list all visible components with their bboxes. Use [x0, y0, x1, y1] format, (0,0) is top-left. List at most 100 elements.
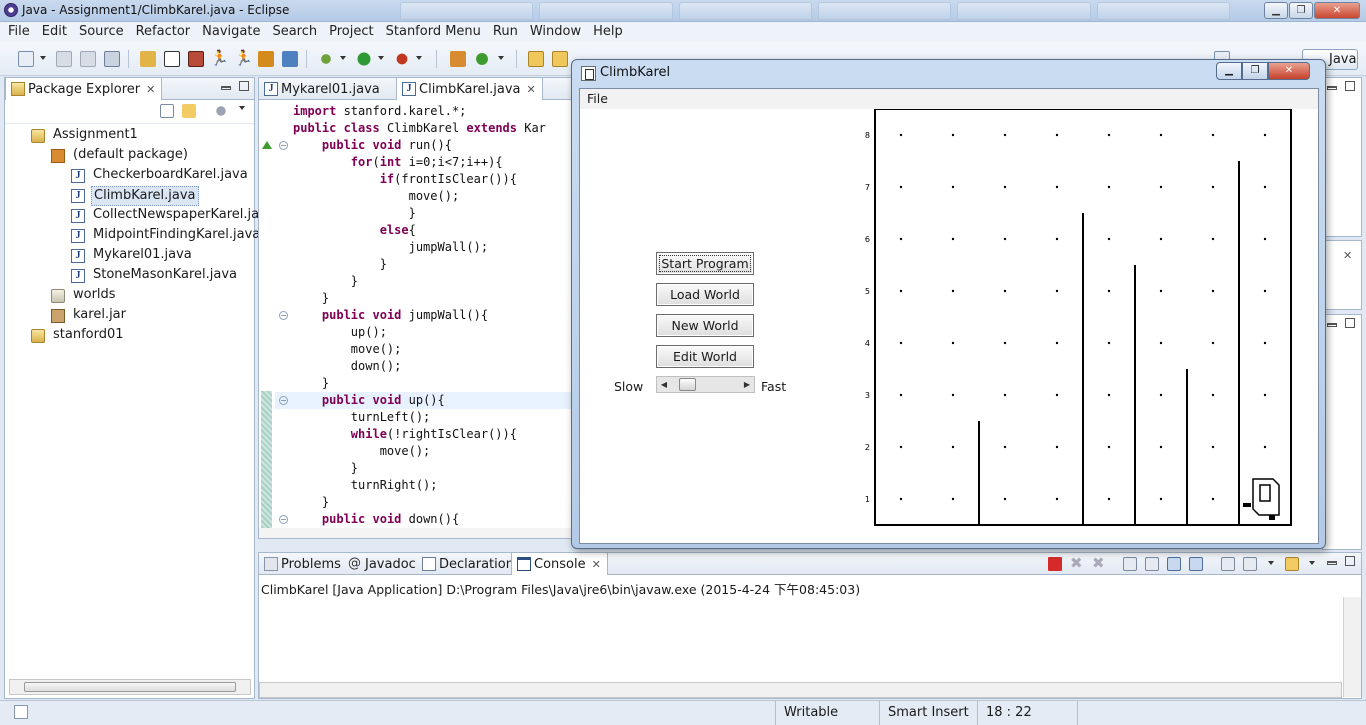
fast-view-icon[interactable]: [14, 705, 28, 719]
close-button[interactable]: ✕: [1314, 2, 1360, 19]
karel-grid-icon[interactable]: [188, 51, 204, 67]
tab-declaration[interactable]: Declaration: [417, 553, 520, 575]
minimize-view-icon[interactable]: [1327, 86, 1337, 90]
save-all-icon[interactable]: [80, 51, 96, 67]
corner-dot: [899, 237, 903, 241]
maximize-view-icon[interactable]: [1345, 81, 1355, 91]
close-tab-icon[interactable]: ✕: [527, 83, 536, 96]
menu-project[interactable]: Project: [323, 22, 379, 42]
close-view-icon[interactable]: ✕: [1343, 249, 1352, 262]
karel-maximize-button[interactable]: ❐: [1242, 62, 1268, 80]
run-icon[interactable]: [356, 51, 372, 67]
tab-package-explorer[interactable]: Package Explorer ✕: [5, 78, 163, 100]
slider-right-arrow-icon[interactable]: ▶: [740, 377, 754, 392]
fold-toggle-icon[interactable]: −: [279, 311, 288, 320]
terminate-icon[interactable]: [1048, 557, 1062, 571]
close-tab-icon[interactable]: ✕: [592, 558, 601, 571]
menu-navigate[interactable]: Navigate: [196, 22, 266, 42]
debug-karel-icon[interactable]: 🏃: [234, 51, 253, 67]
karel-file-menu[interactable]: File: [587, 91, 608, 106]
tree-item-label: StoneMasonKarel.java: [93, 267, 237, 282]
tab-climbkarel[interactable]: J ClimbKarel.java ✕: [396, 78, 543, 100]
minimize-view-icon[interactable]: [1327, 561, 1337, 565]
corner-dot: [899, 185, 903, 189]
new-class-icon[interactable]: [474, 51, 490, 67]
show-on-stdout-icon[interactable]: [1167, 557, 1181, 571]
fold-toggle-icon[interactable]: −: [279, 515, 288, 524]
save-icon[interactable]: [56, 51, 72, 67]
open-console-icon[interactable]: [1285, 557, 1299, 571]
remove-launch-icon[interactable]: ✖: [1070, 556, 1084, 571]
speed-slider-thumb[interactable]: [679, 378, 697, 391]
run-karel-icon[interactable]: 🏃: [210, 51, 229, 67]
external-tools-dropdown-icon[interactable]: [416, 56, 422, 60]
scroll-lock-icon[interactable]: [1145, 557, 1159, 571]
maximize-view-icon[interactable]: [239, 81, 249, 91]
import-icon[interactable]: [282, 51, 298, 67]
new-class-dropdown-icon[interactable]: [498, 56, 504, 60]
speed-slider[interactable]: ◀ ▶: [656, 376, 755, 393]
print-icon[interactable]: [104, 51, 120, 67]
display-console-icon[interactable]: [1243, 557, 1257, 571]
maximize-view-icon[interactable]: [1345, 556, 1355, 566]
edit-world-button[interactable]: Edit World: [656, 345, 754, 368]
editor-horizontal-scrollbar[interactable]: [259, 528, 571, 538]
debug-icon[interactable]: [318, 51, 334, 67]
minimize-button[interactable]: ▁: [1264, 2, 1288, 19]
karel-close-button[interactable]: ✕: [1268, 62, 1310, 80]
fold-toggle-icon[interactable]: −: [279, 396, 288, 405]
karel-wrench-icon[interactable]: [140, 51, 156, 67]
karel-world-icon[interactable]: [164, 51, 180, 67]
close-tab-icon[interactable]: ✕: [146, 83, 155, 96]
open-console-dropdown-icon[interactable]: [1309, 561, 1315, 565]
menu-window[interactable]: Window: [524, 22, 587, 42]
corner-dot: [1055, 445, 1059, 449]
collapse-all-icon[interactable]: [160, 104, 174, 118]
menu-run[interactable]: Run: [487, 22, 524, 42]
karel-minimize-button[interactable]: ▁: [1216, 62, 1242, 80]
view-menu-dropdown-icon[interactable]: [239, 106, 245, 110]
clear-console-icon[interactable]: [1123, 557, 1137, 571]
submit-icon[interactable]: [258, 51, 274, 67]
menu-file[interactable]: File: [2, 22, 36, 42]
menu-stanford-menu[interactable]: Stanford Menu: [380, 22, 487, 42]
tab-console[interactable]: Console ✕: [511, 553, 608, 575]
start-program-button[interactable]: Start Program: [656, 252, 754, 275]
link-with-editor-icon[interactable]: [182, 104, 196, 118]
fold-toggle-icon[interactable]: −: [279, 141, 288, 150]
horizontal-scrollbar[interactable]: [9, 679, 251, 695]
slider-left-arrow-icon[interactable]: ◀: [657, 377, 671, 392]
pin-console-icon[interactable]: [1221, 557, 1235, 571]
open-type-icon[interactable]: [528, 51, 544, 67]
console-vertical-scrollbar[interactable]: [1343, 597, 1361, 697]
new-icon[interactable]: [18, 51, 34, 67]
open-folder-icon[interactable]: [552, 51, 568, 67]
menu-refactor[interactable]: Refactor: [130, 22, 197, 42]
menu-search[interactable]: Search: [266, 22, 323, 42]
tab-mykarel01[interactable]: J Mykarel01.java: [259, 78, 386, 100]
maximize-button[interactable]: ❐: [1289, 2, 1313, 19]
new-package-icon[interactable]: [450, 51, 466, 67]
remove-all-launches-icon[interactable]: ✖: [1092, 556, 1106, 571]
menu-source[interactable]: Source: [73, 22, 130, 42]
menu-help[interactable]: Help: [587, 22, 629, 42]
scrollbar-thumb[interactable]: [24, 682, 236, 692]
load-world-button[interactable]: Load World: [656, 283, 754, 306]
display-console-dropdown-icon[interactable]: [1268, 561, 1274, 565]
debug-dropdown-icon[interactable]: [340, 56, 346, 60]
java-file-icon: J: [264, 82, 278, 96]
menu-edit[interactable]: Edit: [36, 22, 73, 42]
tab-javadoc[interactable]: @ Javadoc: [343, 553, 422, 575]
tab-problems[interactable]: Problems: [259, 553, 347, 575]
external-tools-icon[interactable]: [394, 51, 410, 67]
minimize-view-icon[interactable]: [221, 86, 231, 90]
console-horizontal-scrollbar[interactable]: [259, 682, 1342, 698]
new-dropdown-icon[interactable]: [40, 56, 46, 60]
code-line: }: [293, 291, 330, 305]
run-dropdown-icon[interactable]: [378, 56, 384, 60]
new-world-button[interactable]: New World: [656, 314, 754, 337]
maximize-view-icon[interactable]: [1345, 318, 1355, 328]
show-on-stderr-icon[interactable]: [1189, 557, 1203, 571]
view-menu-icon[interactable]: [214, 104, 228, 118]
minimize-view-icon[interactable]: [1327, 323, 1337, 327]
